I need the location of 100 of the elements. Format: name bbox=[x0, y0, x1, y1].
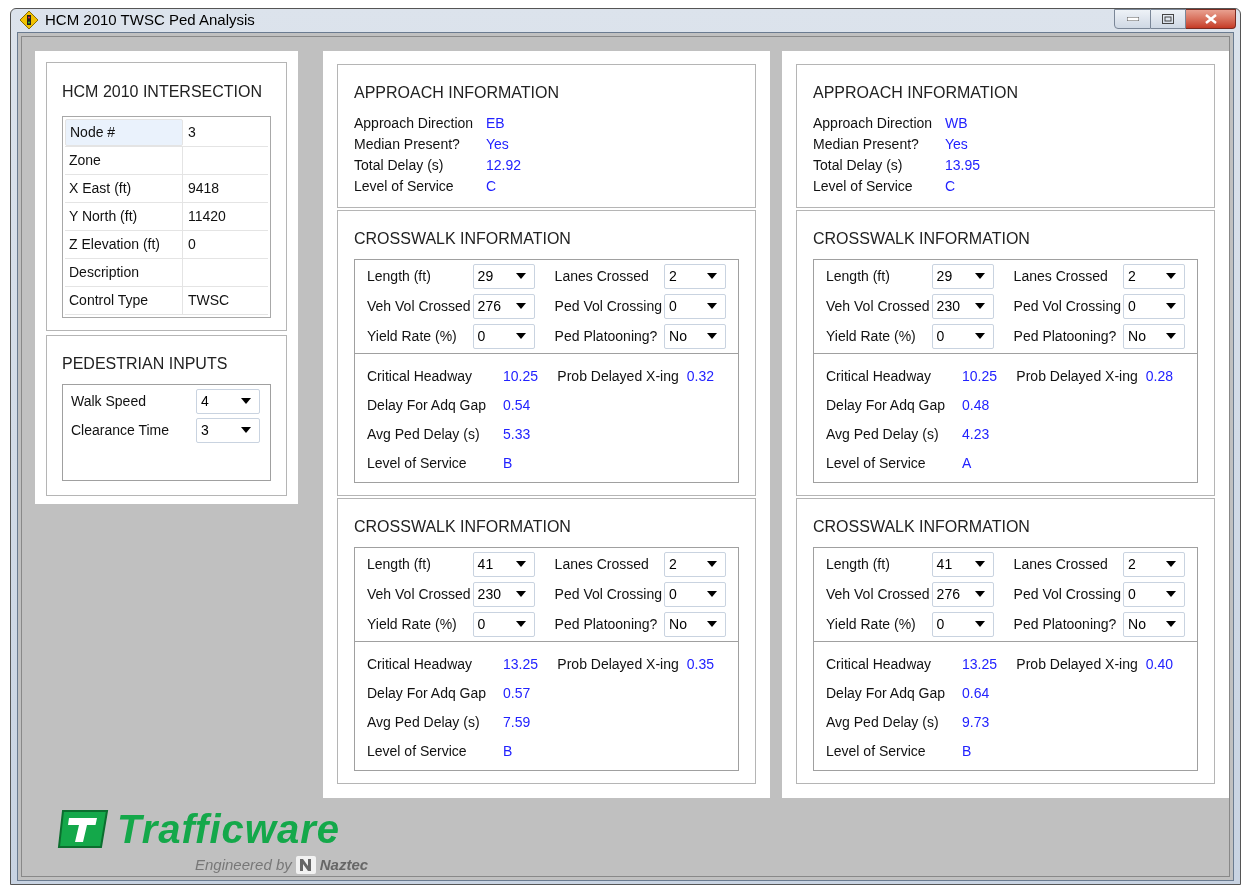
dropdown[interactable]: 2 bbox=[1123, 551, 1185, 577]
info-value: C bbox=[486, 176, 497, 196]
dropdown-arrow-icon bbox=[974, 561, 985, 567]
dropdown[interactable]: 2 bbox=[1123, 263, 1185, 289]
info-label: Total Delay (s) bbox=[813, 155, 904, 175]
result-label: Level of Service bbox=[826, 741, 927, 761]
field-label: Veh Vol Crossed bbox=[367, 296, 472, 316]
field-label: Ped Platooning? bbox=[1013, 614, 1118, 634]
field-label: Yield Rate (%) bbox=[367, 326, 458, 346]
dropdown-arrow-icon bbox=[515, 591, 526, 597]
dropdown[interactable]: 2 bbox=[664, 551, 726, 577]
property-label: X East (ft) bbox=[65, 174, 183, 202]
dropdown-arrow-icon bbox=[1166, 591, 1176, 597]
field-label: Length (ft) bbox=[367, 554, 432, 574]
dropdown[interactable]: 2 bbox=[664, 263, 726, 289]
field-label: Veh Vol Crossed bbox=[826, 296, 931, 316]
dropdown[interactable]: No bbox=[664, 323, 726, 349]
info-value: WB bbox=[945, 113, 968, 133]
brand-name: Trafficware bbox=[117, 807, 340, 850]
result-value: 13.25 bbox=[503, 654, 539, 674]
result-value: B bbox=[503, 453, 513, 473]
dropdown-arrow-icon bbox=[707, 591, 717, 597]
field-label: Ped Platooning? bbox=[554, 326, 659, 346]
property-value: 3 bbox=[187, 122, 197, 142]
field-label: Length (ft) bbox=[367, 266, 432, 286]
result-label: Critical Headway bbox=[367, 366, 474, 386]
property-row[interactable]: Zone bbox=[65, 146, 268, 175]
dropdown[interactable]: 276 bbox=[472, 293, 535, 319]
result-label: Avg Ped Delay (s) bbox=[367, 424, 481, 444]
result-value: 0.28 bbox=[1145, 366, 1173, 386]
result-label: Avg Ped Delay (s) bbox=[826, 712, 940, 732]
dropdown-arrow-icon bbox=[515, 333, 526, 339]
dropdown-arrow-icon bbox=[241, 398, 251, 404]
property-row[interactable]: Node # 3 bbox=[65, 118, 268, 147]
dropdown[interactable]: 276 bbox=[931, 581, 994, 607]
dropdown[interactable]: 230 bbox=[472, 581, 535, 607]
dropdown[interactable]: 0 bbox=[472, 323, 535, 349]
dropdown-arrow-icon bbox=[515, 621, 526, 627]
n-logo-icon bbox=[295, 855, 316, 874]
info-label: Median Present? bbox=[813, 134, 920, 154]
dropdown[interactable]: 0 bbox=[664, 581, 726, 607]
close-button[interactable] bbox=[1186, 9, 1236, 29]
dropdown[interactable]: 0 bbox=[1123, 293, 1185, 319]
dropdown[interactable]: 0 bbox=[1123, 581, 1185, 607]
property-row[interactable]: Z Elevation (ft) 0 bbox=[65, 230, 268, 259]
field-label: Ped Platooning? bbox=[554, 614, 659, 634]
property-value: 9418 bbox=[187, 178, 221, 198]
section-title: HCM 2010 INTERSECTION bbox=[62, 81, 264, 102]
property-value: 0 bbox=[187, 234, 197, 254]
result-value: 7.59 bbox=[503, 712, 531, 732]
dropdown[interactable]: 41 bbox=[931, 551, 994, 577]
dropdown[interactable]: 3 bbox=[196, 417, 260, 443]
dropdown[interactable]: 0 bbox=[664, 293, 726, 319]
info-value: C bbox=[945, 176, 956, 196]
dropdown-arrow-icon bbox=[974, 591, 985, 597]
dropdown-arrow-icon bbox=[974, 273, 985, 279]
result-label: Delay For Adq Gap bbox=[826, 395, 947, 415]
property-row[interactable]: Y North (ft) 11420 bbox=[65, 202, 268, 231]
result-value: B bbox=[962, 741, 972, 761]
field-label: Yield Rate (%) bbox=[826, 326, 917, 346]
property-row[interactable]: Control Type TWSC bbox=[65, 286, 268, 315]
dropdown[interactable]: No bbox=[664, 611, 726, 637]
dropdown-arrow-icon bbox=[1166, 561, 1176, 567]
field-label: Ped Vol Crossing bbox=[1013, 296, 1122, 316]
field-label: Yield Rate (%) bbox=[367, 614, 458, 634]
dropdown[interactable]: 0 bbox=[931, 611, 994, 637]
dropdown[interactable]: 29 bbox=[931, 263, 994, 289]
dropdown[interactable]: 230 bbox=[931, 293, 994, 319]
maximize-button[interactable] bbox=[1151, 9, 1186, 29]
field-label: Lanes Crossed bbox=[554, 266, 650, 286]
field-label: Walk Speed bbox=[71, 391, 147, 411]
result-label: Prob Delayed X-ing bbox=[557, 654, 679, 674]
dropdown[interactable]: No bbox=[1123, 611, 1185, 637]
result-value: 0.32 bbox=[686, 366, 714, 386]
result-value: A bbox=[962, 453, 972, 473]
field-label: Length (ft) bbox=[826, 554, 891, 574]
field-label: Yield Rate (%) bbox=[826, 614, 917, 634]
dropdown[interactable]: 0 bbox=[472, 611, 535, 637]
result-label: Delay For Adq Gap bbox=[367, 395, 488, 415]
result-value: 9.73 bbox=[962, 712, 990, 732]
section-title: APPROACH INFORMATION bbox=[813, 82, 1020, 103]
window-title: HCM 2010 TWSC Ped Analysis bbox=[45, 10, 255, 30]
dropdown[interactable]: 4 bbox=[196, 388, 260, 414]
dropdown-arrow-icon bbox=[974, 303, 985, 309]
property-row[interactable]: Description bbox=[65, 258, 268, 287]
dropdown[interactable]: 29 bbox=[472, 263, 535, 289]
dropdown[interactable]: No bbox=[1123, 323, 1185, 349]
dropdown[interactable]: 0 bbox=[931, 323, 994, 349]
field-label: Lanes Crossed bbox=[1013, 266, 1109, 286]
property-row[interactable]: X East (ft) 9418 bbox=[65, 174, 268, 203]
dropdown[interactable]: 41 bbox=[472, 551, 535, 577]
minimize-button[interactable] bbox=[1114, 9, 1151, 29]
close-icon bbox=[1204, 14, 1217, 24]
info-label: Level of Service bbox=[354, 176, 455, 196]
section-title: PEDESTRIAN INPUTS bbox=[62, 353, 229, 374]
partner-name: Naztec bbox=[319, 854, 369, 875]
info-label: Level of Service bbox=[813, 176, 914, 196]
field-label: Ped Platooning? bbox=[1013, 326, 1118, 346]
result-value: 10.25 bbox=[503, 366, 539, 386]
property-label: Zone bbox=[65, 146, 183, 174]
